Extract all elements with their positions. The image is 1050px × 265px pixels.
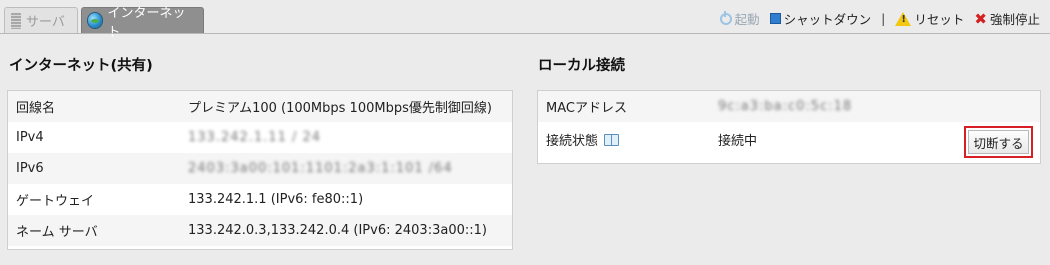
server-icon — [11, 12, 21, 29]
table-row: MACアドレス 9c:a3:ba:c0:5c:18 — [538, 91, 1040, 122]
gateway-value: 133.242.1.1 (IPv6: fe80::1) — [188, 192, 364, 207]
disconnect-button-highlight: 切断する — [964, 126, 1033, 158]
reset-label: リセット — [914, 12, 965, 27]
status-label-cell: 接続状態 — [546, 130, 718, 149]
table-row: IPv6 2403:3a00:101:1101:2a3:1:101 /64 — [8, 153, 512, 184]
shutdown-label: シャットダウン — [783, 12, 872, 27]
book-icon[interactable] — [604, 133, 620, 146]
table-row: ネーム サーバ 133.242.0.3,133.242.0.4 (IPv6: 2… — [8, 215, 512, 246]
ipv4-value: 133.242.1.11 / 24 — [188, 130, 322, 145]
top-bar: サーバ インターネット 起動 シャットダウン | リセット ✖ 強制停止 — [0, 0, 1050, 40]
force-stop-label: 強制停止 — [989, 12, 1040, 27]
row-label: 回線名 — [16, 101, 56, 116]
power-icon — [719, 10, 732, 25]
warning-icon — [895, 11, 912, 26]
tab-server-label: サーバ — [26, 15, 65, 30]
internet-info-table: 回線名 プレミアム100 (100Mbps 100Mbps優先制御回線) IPv… — [7, 90, 513, 250]
ipv6-value: 2403:3a00:101:1101:2a3:1:101 /64 — [188, 161, 453, 176]
nameserver-value: 133.242.0.3,133.242.0.4 (IPv6: 2403:3a00… — [188, 223, 487, 238]
disconnect-button[interactable]: 切断する — [968, 130, 1029, 154]
mac-label: MACアドレス — [546, 101, 627, 116]
tab-internet[interactable]: インターネット — [81, 6, 204, 40]
toolbar-actions: 起動 シャットダウン | リセット ✖ 強制停止 — [719, 9, 1040, 28]
shutdown-icon — [769, 13, 781, 24]
close-icon: ✖ — [974, 9, 987, 28]
force-stop-button[interactable]: ✖ 強制停止 — [974, 9, 1040, 28]
row-label: IPv6 — [16, 161, 44, 176]
local-section-title: ローカル接続 — [538, 58, 625, 74]
globe-icon — [88, 13, 103, 28]
reset-button[interactable]: リセット — [895, 9, 964, 28]
shutdown-button[interactable]: シャットダウン — [769, 9, 872, 28]
status-label: 接続状態 — [546, 134, 599, 149]
table-row: 回線名 プレミアム100 (100Mbps 100Mbps優先制御回線) — [8, 91, 512, 122]
tab-divider — [0, 33, 1050, 34]
table-row: IPv4 133.242.1.11 / 24 — [8, 122, 512, 153]
row-label: ゲートウェイ — [16, 194, 95, 209]
local-connection-table: MACアドレス 9c:a3:ba:c0:5c:18 接続状態 接続中 切断する — [537, 90, 1041, 164]
mac-value: 9c:a3:ba:c0:5c:18 — [718, 99, 853, 114]
toolbar-separator: | — [881, 11, 886, 26]
table-row: ゲートウェイ 133.242.1.1 (IPv6: fe80::1) — [8, 184, 512, 215]
internet-section-title: インターネット(共有) — [9, 58, 153, 74]
tab-server[interactable]: サーバ — [4, 7, 78, 33]
start-button[interactable]: 起動 — [719, 9, 760, 28]
row-label: IPv4 — [16, 130, 44, 145]
line-name-value: プレミアム100 (100Mbps 100Mbps優先制御回線) — [188, 101, 492, 116]
start-label: 起動 — [734, 12, 760, 27]
row-label: ネーム サーバ — [16, 225, 98, 240]
